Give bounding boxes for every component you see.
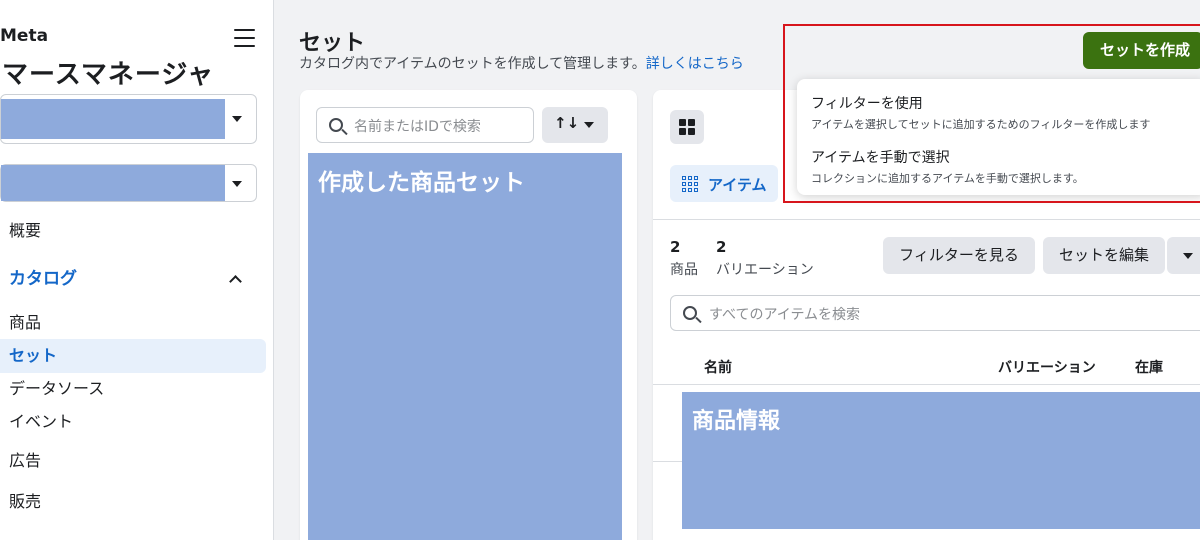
items-search-input[interactable]: すべてのアイテムを検索 [670,295,1200,331]
caret-down-icon [232,181,242,187]
nav-data-sources[interactable]: データソース [0,372,266,406]
divider [653,384,1200,385]
variations-count: 2 バリエーション [716,238,814,279]
menu-item-use-filter[interactable]: フィルターを使用 アイテムを選択してセットに追加するためのフィルターを作成します [811,93,1150,132]
nav-sales[interactable]: 販売 [0,485,266,519]
nav-overview[interactable]: 概要 [0,214,266,248]
create-set-menu: フィルターを使用 アイテムを選択してセットに追加するためのフィルターを作成します… [797,79,1200,195]
sort-arrows-icon: ↑↓ [554,114,580,132]
search-icon [683,306,697,320]
page-description: カタログ内でアイテムのセットを作成して管理します。詳しくはこちら [299,53,744,73]
nav-sets[interactable]: セット [0,339,266,373]
more-options-button[interactable] [1167,237,1200,274]
search-icon [329,118,343,132]
tab-items-label: アイテム [708,176,767,194]
nav-events[interactable]: イベント [0,405,266,439]
caret-down-icon [584,122,594,128]
products-count: 2 商品 [670,238,698,279]
divider [653,219,1200,220]
products-count-value: 2 [670,238,681,256]
menu-item-select-manually[interactable]: アイテムを手動で選択 コレクションに追加するアイテムを手動で選択します。 [811,147,1084,186]
redacted-product-info: 商品情報 [682,392,1200,529]
catalog-selector[interactable] [0,164,257,202]
learn-more-link[interactable]: 詳しくはこちら [646,56,744,72]
column-header-name[interactable]: 名前 [704,357,732,377]
redacted-catalog-name [1,165,225,201]
column-header-variations[interactable]: バリエーション [998,357,1096,377]
redacted-sets-label: 作成した商品セット [318,170,525,196]
redacted-business-name [1,99,225,139]
sets-search-input[interactable]: 名前またはIDで検索 [316,107,534,143]
nav-products[interactable]: 商品 [0,306,266,340]
menu-item-title: フィルターを使用 [811,96,923,112]
items-search-placeholder: すべてのアイテムを検索 [709,307,861,323]
meta-logo: Meta [0,26,49,46]
app-title: マースマネージャ [2,60,215,90]
variations-count-label: バリエーション [716,262,814,278]
tab-items[interactable]: アイテム [670,165,778,202]
nav-ads[interactable]: 広告 [0,444,266,478]
sort-button[interactable]: ↑↓ [542,107,608,143]
menu-item-description: アイテムを選択してセットに追加するためのフィルターを作成します [811,118,1151,131]
caret-down-icon [1183,253,1193,259]
grid-dots-icon [682,176,698,192]
variations-count-value: 2 [716,238,727,256]
create-set-button[interactable]: セットを作成 [1083,32,1200,69]
products-count-label: 商品 [670,262,698,278]
divider [653,461,683,462]
page-description-text: カタログ内でアイテムのセットを作成して管理します。 [299,56,646,72]
chevron-up-icon [229,275,242,288]
nav-catalog-label: カタログ [9,269,77,289]
hamburger-menu-icon[interactable] [234,29,255,47]
redacted-product-label: 商品情報 [692,409,781,434]
edit-set-button[interactable]: セットを編集 [1043,237,1165,274]
nav-catalog[interactable]: カタログ [0,262,266,296]
caret-down-icon [232,116,242,122]
redacted-sets-list: 作成した商品セット [308,153,622,540]
sets-search-placeholder: 名前またはIDで検索 [354,119,481,135]
menu-item-description: コレクションに追加するアイテムを手動で選択します。 [811,172,1084,185]
view-filter-button[interactable]: フィルターを見る [883,237,1035,274]
menu-item-title: アイテムを手動で選択 [811,150,950,166]
column-header-stock[interactable]: 在庫 [1135,357,1163,377]
sidebar: Meta マースマネージャ 概要 カタログ 商品 セット データソース イベント… [0,0,274,540]
grid-view-button[interactable] [670,110,704,144]
business-selector[interactable] [0,94,257,144]
